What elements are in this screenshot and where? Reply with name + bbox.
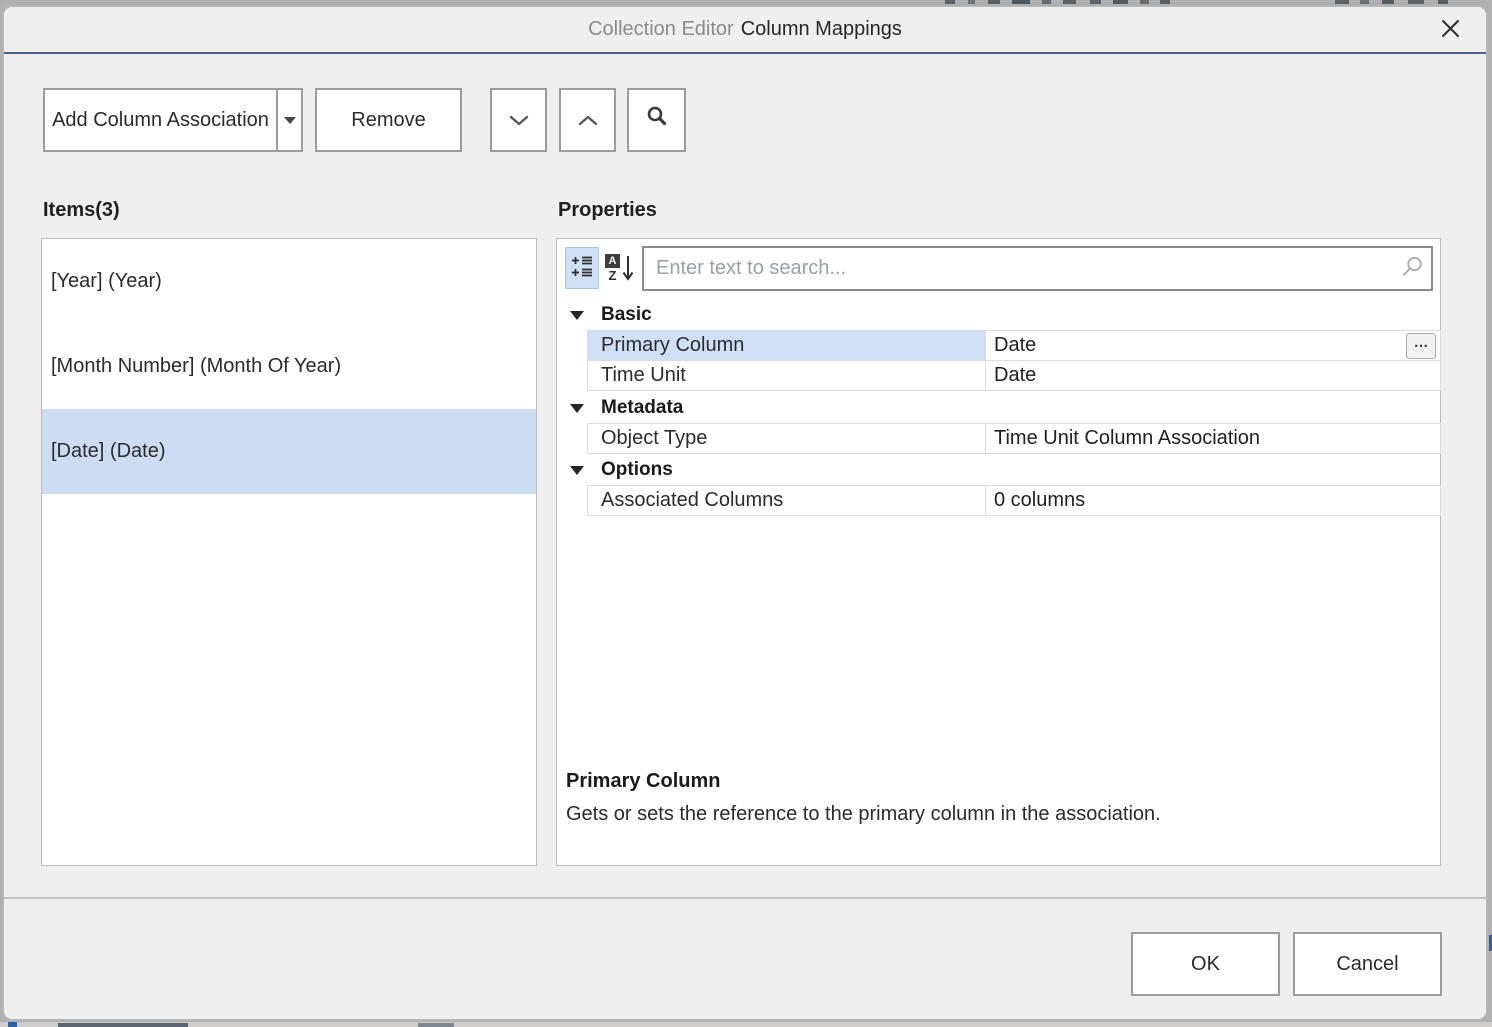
dialog-title-prefix: Collection Editor [588,18,734,41]
category-expanded-icon [570,466,584,475]
move-up-button[interactable] [559,88,616,152]
ok-button-label: OK [1191,953,1220,976]
background-app-fragment [8,1022,17,1027]
categorized-view-icon [570,255,594,281]
category-expanded-icon [570,404,584,413]
property-description-text: Gets or sets the reference to the primar… [566,803,1161,826]
property-name[interactable]: Primary Column [588,331,986,360]
dialog-titlebar[interactable]: Collection Editor Column Mappings [4,7,1486,54]
background-app-fragment [988,0,1000,4]
ellipsis-button[interactable]: … [1406,333,1436,359]
property-category-basic[interactable]: Basic [565,300,1433,330]
property-name[interactable]: Associated Columns [588,486,986,515]
list-item-selected[interactable]: [Date] (Date) [42,409,536,494]
property-value-cell[interactable]: Date [986,361,1440,390]
background-app-fragment [1063,0,1076,4]
categorized-view-button[interactable] [565,247,599,289]
property-value-cell[interactable]: Time Unit Column Association [986,424,1440,453]
property-value-cell[interactable]: 0 columns [986,486,1440,515]
background-app-fragment [1408,0,1424,4]
property-row-associated-columns[interactable]: Associated Columns 0 columns [587,485,1441,516]
add-column-association-label[interactable]: Add Column Association [45,90,276,150]
sort-alphabetical-button[interactable]: A Z [601,247,638,289]
find-button[interactable] [627,88,686,152]
background-app-fragment [968,0,975,4]
search-icon [645,105,669,135]
background-app-fragment [418,1023,454,1027]
close-button[interactable] [1428,11,1472,49]
property-category-options[interactable]: Options [565,455,1433,485]
property-name[interactable]: Time Unit [588,361,986,390]
cancel-button-label: Cancel [1336,953,1398,976]
property-value: Time Unit Column Association [994,427,1260,450]
chevron-down-icon [509,109,529,132]
property-value-cell[interactable]: Date … [986,331,1440,360]
add-column-association-button[interactable]: Add Column Association [43,88,303,152]
background-app-fragment [0,1022,1492,1027]
dialog-title: Column Mappings [741,18,902,41]
background-app-fragment [1113,0,1128,4]
background-app-fragment [1042,0,1051,4]
background-app-fragment [1438,0,1448,4]
background-app-fragment [1382,0,1394,4]
background-app-fragment [1335,0,1349,4]
background-app-fragment [1140,0,1149,4]
remove-button[interactable]: Remove [315,88,462,152]
cancel-button[interactable]: Cancel [1293,932,1442,996]
category-expanded-icon [570,311,584,320]
add-dropdown-section[interactable] [276,90,301,150]
footer-separator [4,897,1486,899]
chevron-up-icon [578,109,598,132]
ok-button[interactable]: OK [1131,932,1280,996]
background-app-fragment [1160,0,1170,4]
list-item[interactable]: [Month Number] (Month Of Year) [42,324,536,409]
properties-search-input[interactable] [642,246,1433,291]
searchbox-magnifier-icon [1400,255,1424,286]
property-row-object-type[interactable]: Object Type Time Unit Column Association [587,423,1441,454]
items-listbox[interactable]: [Year] (Year) [Month Number] (Month Of Y… [41,238,537,866]
close-icon [1437,15,1464,45]
property-value: Date [994,334,1036,357]
sort-alphabetical-icon: A Z [605,253,634,283]
list-item[interactable]: [Year] (Year) [42,239,536,324]
property-name[interactable]: Object Type [588,424,986,453]
dropdown-arrow-icon [284,117,296,124]
property-value: Date [994,364,1036,387]
background-app-fragment [58,1023,188,1027]
move-down-button[interactable] [490,88,547,152]
remove-button-label: Remove [351,109,425,132]
property-value: 0 columns [994,489,1085,512]
property-row-primary-column[interactable]: Primary Column Date … [587,330,1441,361]
properties-panel-header: Properties [558,199,657,222]
items-panel-header: Items(3) [43,199,120,222]
property-description-title: Primary Column [566,770,720,793]
background-app-fragment [1090,0,1101,4]
background-app-fragment [945,0,955,4]
property-row-time-unit[interactable]: Time Unit Date [587,360,1441,391]
background-app-fragment [1360,0,1369,4]
property-category-metadata[interactable]: Metadata [565,393,1433,423]
background-app-fragment [1012,0,1030,4]
